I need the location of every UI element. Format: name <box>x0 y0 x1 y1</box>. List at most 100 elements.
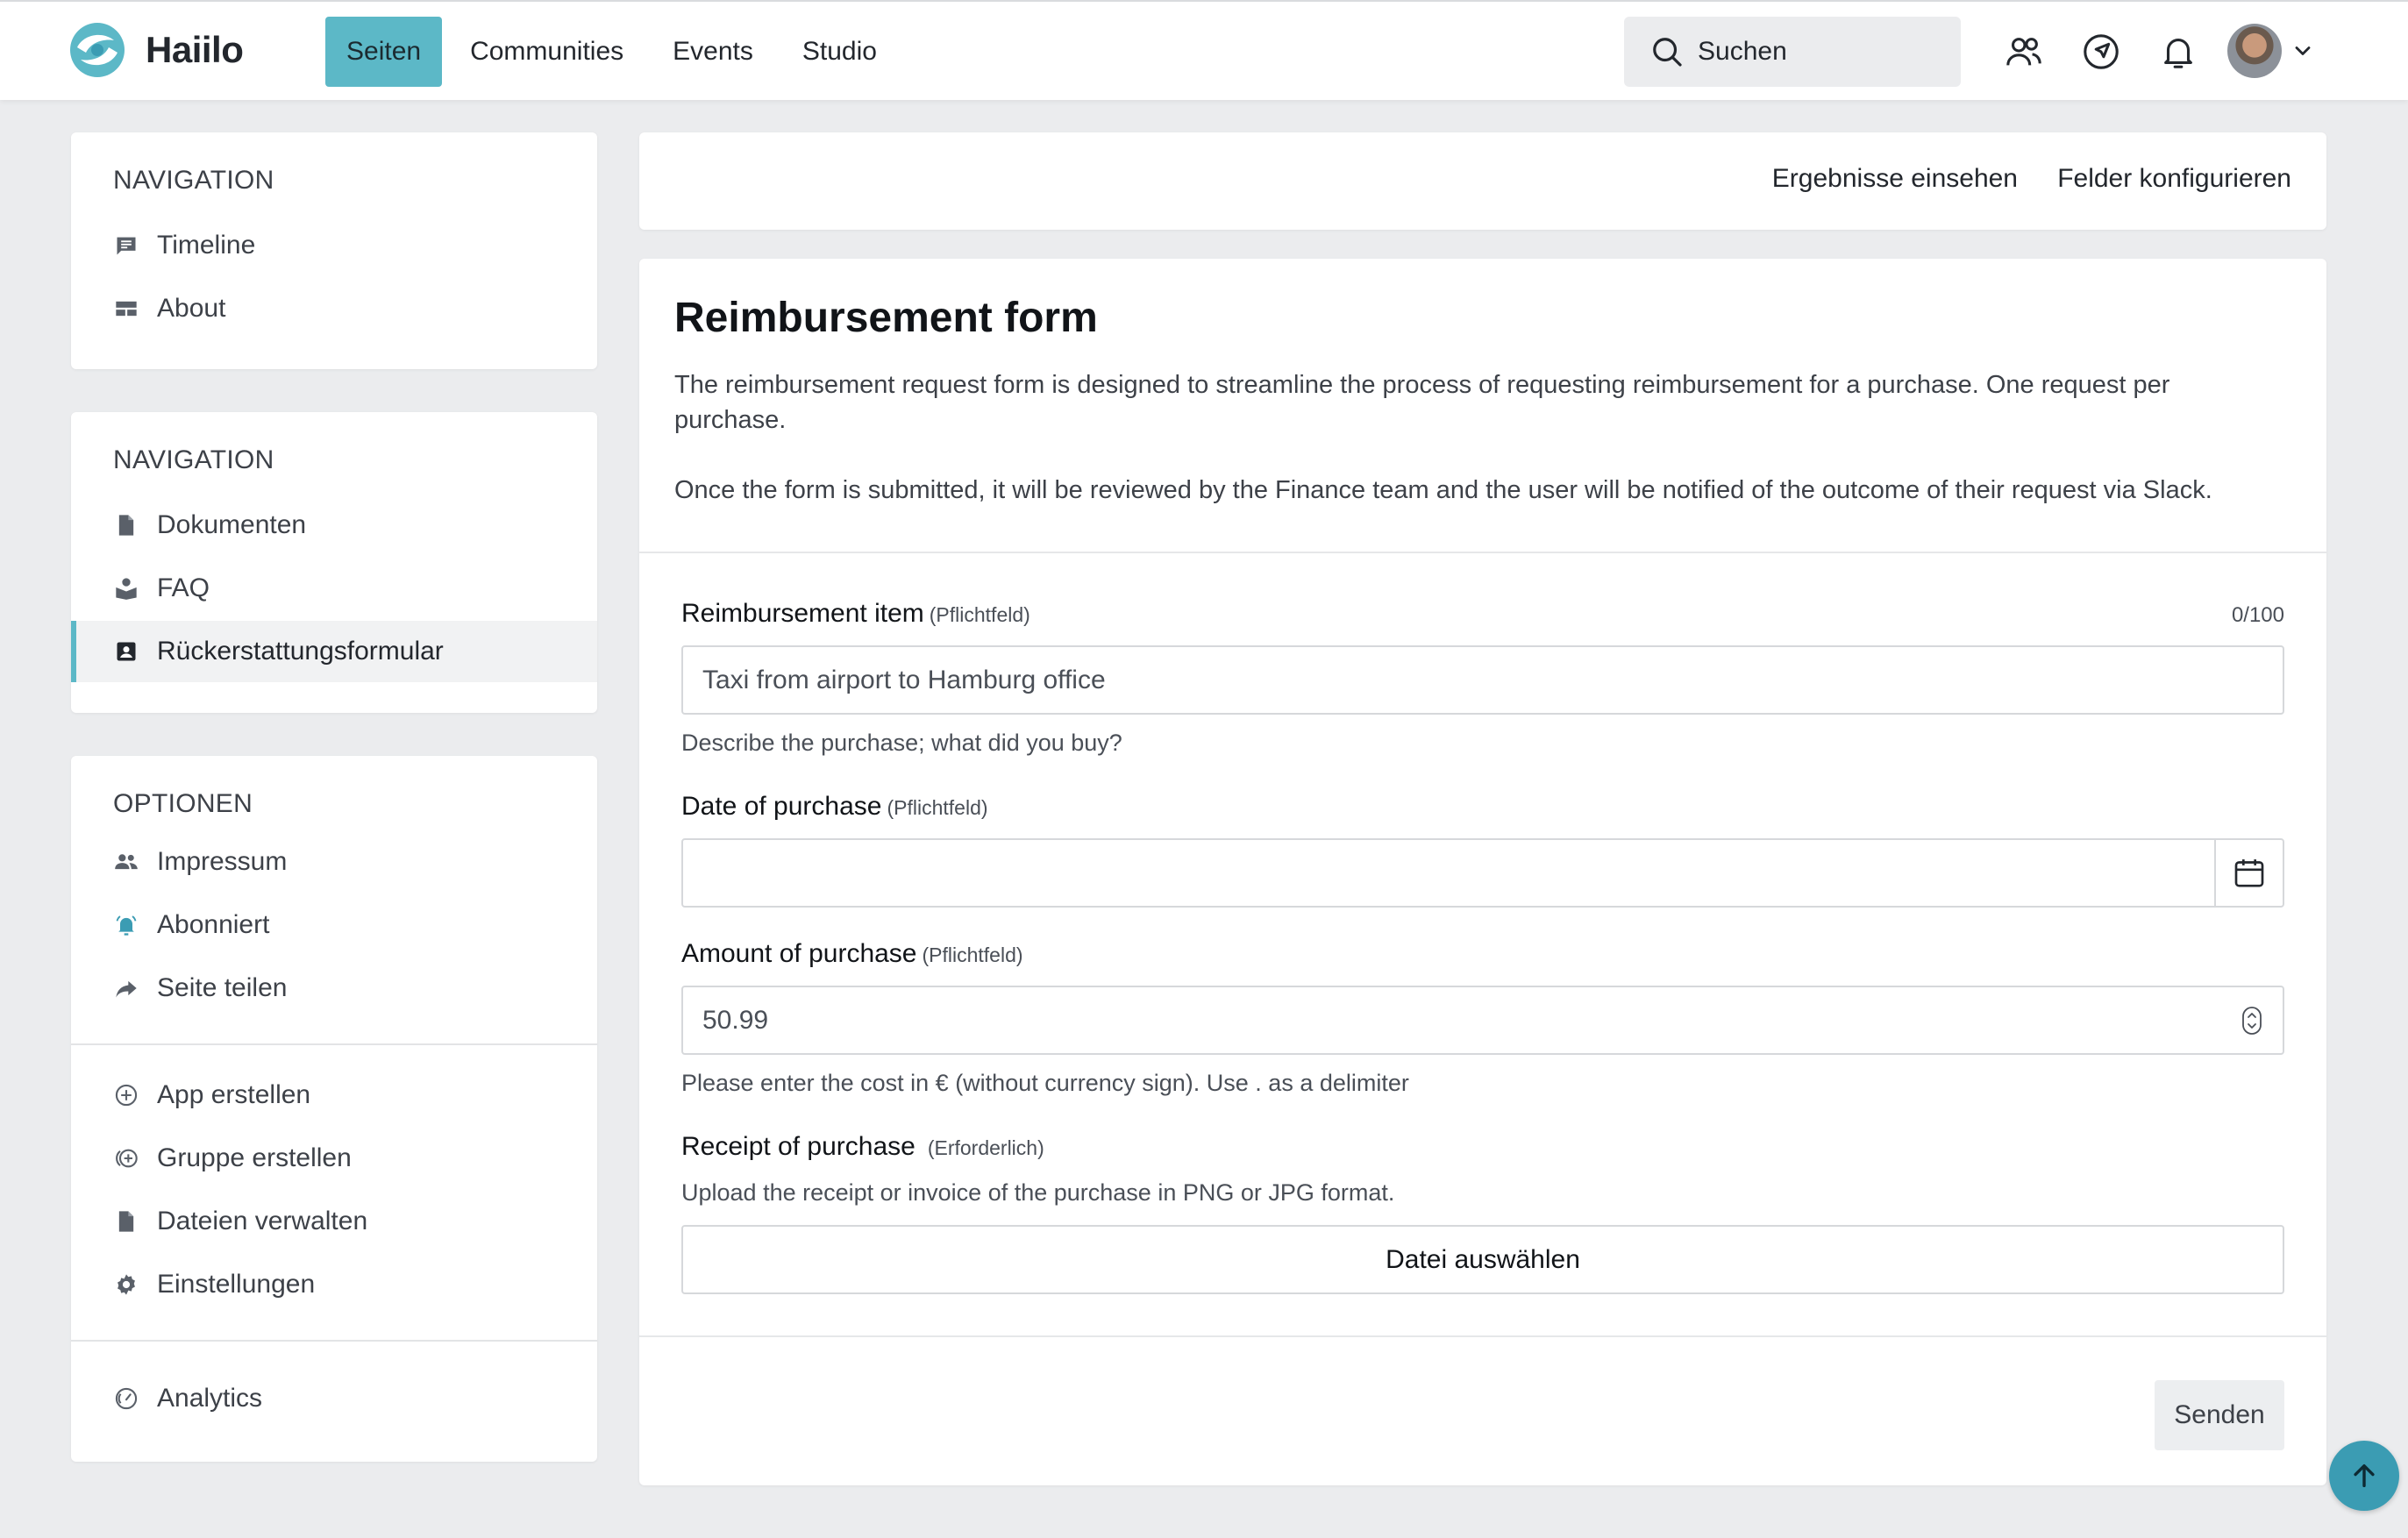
sidebar-item-label: Impressum <box>157 847 288 876</box>
required-tag: (Pflichtfeld) <box>887 796 988 819</box>
faq-icon <box>113 575 139 602</box>
choose-file-button[interactable]: Datei auswählen <box>681 1225 2284 1294</box>
compass-icon[interactable] <box>2081 32 2121 72</box>
form-description-paragraph: The reimbursement request form is design… <box>674 371 2170 434</box>
file-icon <box>113 1208 139 1235</box>
sidebar-section-title: NAVIGATION <box>113 166 274 195</box>
nav-item-studio[interactable]: Studio <box>781 17 898 87</box>
sidebar-item-abonniert[interactable]: Abonniert <box>71 894 597 956</box>
reimbursement-item-hint: Describe the purchase; what did you buy? <box>681 730 1122 756</box>
sidebar-item-label: Dateien verwalten <box>157 1207 368 1235</box>
sidebar-item-rueckerstattungsformular[interactable]: Rückerstattungsformular <box>71 621 597 682</box>
date-of-purchase-input[interactable] <box>681 838 2284 908</box>
sidebar-item-dateien-verwalten[interactable]: Dateien verwalten <box>71 1191 597 1252</box>
avatar[interactable] <box>2227 24 2282 78</box>
page-title: Reimbursement form <box>674 295 1098 341</box>
sidebar-item-analytics[interactable]: Analytics <box>71 1368 597 1429</box>
sidebar-item-label: FAQ <box>157 573 210 602</box>
amount-hint: Please enter the cost in € (without curr… <box>681 1070 1409 1096</box>
required-tag: (Pflichtfeld) <box>929 603 1030 626</box>
sidebar-item-label: Abonniert <box>157 910 270 939</box>
group-add-icon <box>113 1145 139 1171</box>
field-label-text: Reimbursement item <box>681 599 924 628</box>
sidebar-card-navigation-2: NAVIGATION Dokumenten FAQ Rückerstattung… <box>71 412 597 713</box>
sidebar-item-label: Rückerstattungsformular <box>157 637 444 666</box>
layout-icon <box>113 295 139 322</box>
top-bar: Haiilo Seiten Communities Events Studio … <box>0 0 2408 100</box>
amount-of-purchase-label: Amount of purchase (Pflichtfeld) <box>681 939 1023 969</box>
sidebar-item-label: About <box>157 294 226 323</box>
date-of-purchase-label: Date of purchase (Pflichtfeld) <box>681 792 988 822</box>
arrow-up-icon <box>2354 1463 2375 1488</box>
form-icon <box>113 638 139 665</box>
search-icon <box>1653 38 1682 67</box>
document-icon <box>113 512 139 538</box>
app-name: Haiilo <box>146 29 244 70</box>
sidebar-item-label: Gruppe erstellen <box>157 1143 352 1172</box>
reimbursement-item-label: Reimbursement item (Pflichtfeld) <box>681 599 1030 629</box>
nav-item-seiten[interactable]: Seiten <box>325 17 443 87</box>
amount-value: 50.99 <box>702 1005 769 1035</box>
form-description-paragraph: Once the form is submitted, it will be r… <box>674 476 2212 504</box>
field-label-text: Date of purchase <box>681 792 882 821</box>
sidebar-item-dokumenten[interactable]: Dokumenten <box>71 495 597 556</box>
sidebar-item-label: Seite teilen <box>157 973 288 1002</box>
haiilo-logo-icon <box>70 23 125 77</box>
people-icon <box>113 849 139 875</box>
plus-circle-icon <box>113 1082 139 1108</box>
main-nav: Seiten Communities Events Studio <box>325 17 905 87</box>
app-logo[interactable]: Haiilo <box>68 21 244 79</box>
configure-fields-link[interactable]: Felder konfigurieren <box>2057 164 2291 194</box>
calendar-icon <box>2234 858 2264 886</box>
people-icon[interactable] <box>2004 32 2044 72</box>
sidebar-item-faq[interactable]: FAQ <box>71 558 597 619</box>
sidebar-item-impressum[interactable]: Impressum <box>71 831 597 893</box>
search-placeholder: Suchen <box>1698 37 1787 66</box>
sidebar-divider <box>71 1043 597 1045</box>
sidebar-section-title: OPTIONEN <box>113 789 253 818</box>
sidebar-item-timeline[interactable]: Timeline <box>71 215 597 276</box>
sidebar-item-label: Einstellungen <box>157 1270 316 1299</box>
sidebar-section-title: NAVIGATION <box>113 445 274 474</box>
nav-item-communities[interactable]: Communities <box>449 17 645 87</box>
bell-ringing-icon <box>113 912 139 938</box>
search-box[interactable]: Suchen <box>1624 17 1961 87</box>
sidebar-item-gruppe-erstellen[interactable]: Gruppe erstellen <box>71 1128 597 1189</box>
timeline-icon <box>113 232 139 259</box>
input-placeholder: Taxi from airport to Hamburg office <box>702 665 1106 694</box>
sidebar-card-navigation-1: NAVIGATION Timeline About <box>71 132 597 369</box>
form-description: The reimbursement request form is design… <box>674 367 2279 508</box>
share-icon <box>113 975 139 1001</box>
sidebar-item-label: Timeline <box>157 231 256 260</box>
sidebar-card-options: OPTIONEN Impressum Abonniert Seite teile… <box>71 756 597 1462</box>
form-divider <box>639 1335 2326 1337</box>
number-stepper-icon[interactable] <box>2242 1007 2262 1035</box>
sidebar-item-label: App erstellen <box>157 1080 311 1109</box>
sidebar-item-label: Dokumenten <box>157 510 307 539</box>
form-divider <box>639 552 2326 553</box>
required-tag: (Erforderlich) <box>927 1136 1044 1159</box>
nav-item-events[interactable]: Events <box>652 17 774 87</box>
sidebar-divider <box>71 1340 597 1342</box>
receipt-of-purchase-label: Receipt of purchase (Erforderlich) <box>681 1132 1044 1162</box>
submit-button[interactable]: Senden <box>2155 1380 2284 1450</box>
form-actions-bar: Ergebnisse einsehen Felder konfigurieren <box>639 132 2326 230</box>
sidebar-item-seite-teilen[interactable]: Seite teilen <box>71 958 597 1019</box>
gauge-icon <box>113 1385 139 1412</box>
sidebar-item-app-erstellen[interactable]: App erstellen <box>71 1064 597 1126</box>
calendar-button[interactable] <box>2214 840 2283 906</box>
view-results-link[interactable]: Ergebnisse einsehen <box>1772 164 2018 194</box>
sidebar-item-about[interactable]: About <box>71 278 597 339</box>
reimbursement-item-input[interactable]: Taxi from airport to Hamburg office <box>681 645 2284 715</box>
field-label-text: Amount of purchase <box>681 939 917 968</box>
sidebar-item-label: Analytics <box>157 1384 263 1413</box>
field-label-text: Receipt of purchase <box>681 1132 915 1161</box>
amount-of-purchase-input[interactable]: 50.99 <box>681 986 2284 1055</box>
scroll-to-top-button[interactable] <box>2329 1441 2399 1511</box>
required-tag: (Pflichtfeld) <box>922 943 1023 966</box>
chevron-down-icon[interactable] <box>2290 39 2315 63</box>
gear-icon <box>113 1271 139 1298</box>
sidebar-item-einstellungen[interactable]: Einstellungen <box>71 1254 597 1315</box>
bell-icon[interactable] <box>2158 32 2198 72</box>
reimbursement-form: Reimbursement form The reimbursement req… <box>639 259 2326 1485</box>
